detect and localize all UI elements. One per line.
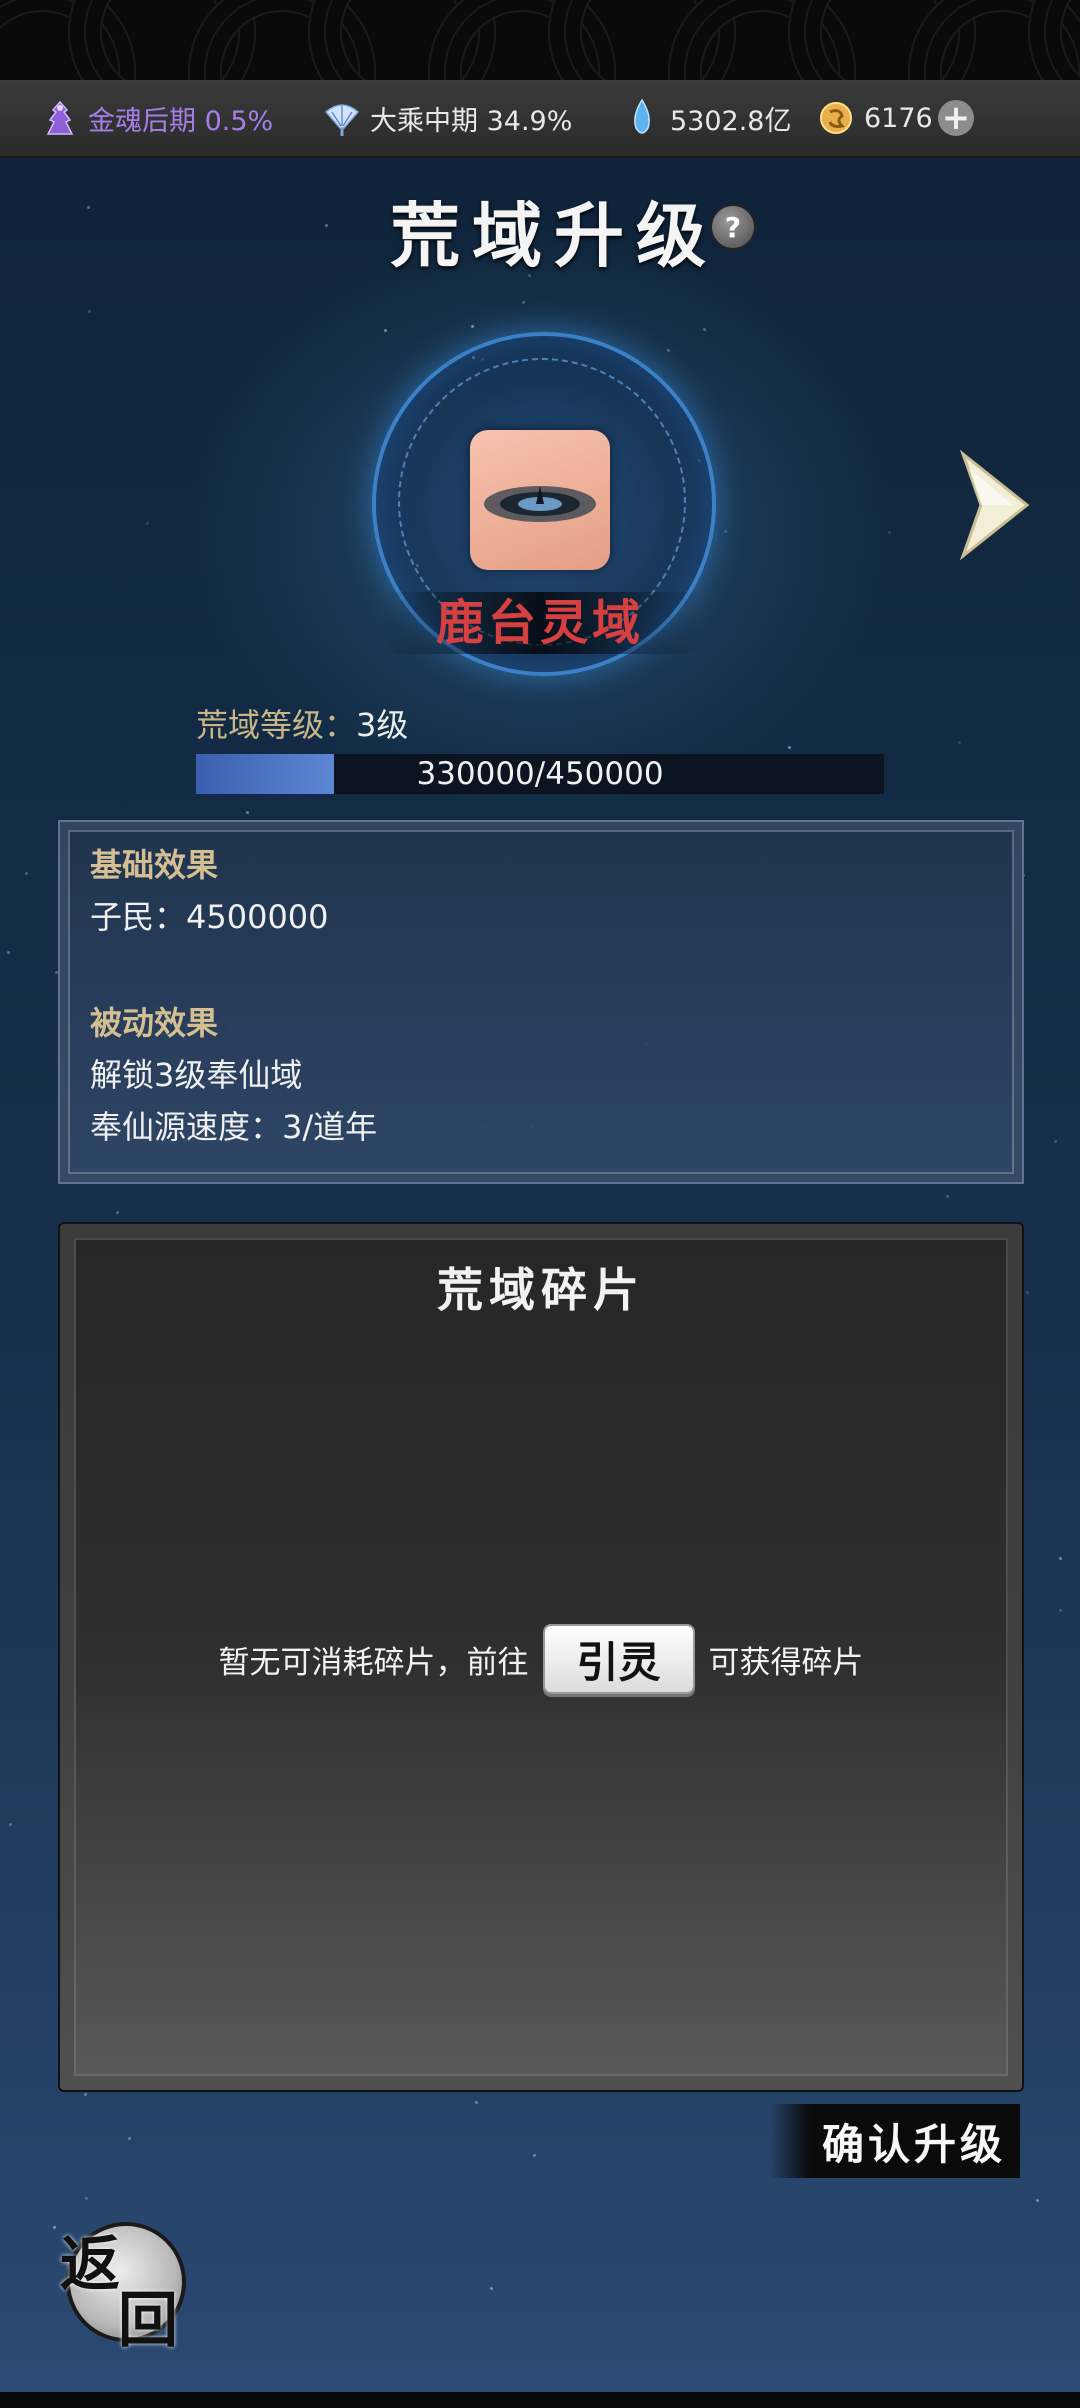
shards-message-before: 暂无可消耗碎片，前往 [218, 1644, 529, 1681]
vortex-icon [484, 486, 596, 522]
domain-level-value: 3级 [356, 706, 409, 744]
yinling-button[interactable]: 引灵 [542, 1624, 695, 1694]
top-decor-band [0, 0, 1080, 80]
star [128, 2137, 131, 2140]
fan-icon [324, 104, 360, 136]
domain-level-label: 荒域等级： [196, 706, 357, 744]
star [87, 206, 90, 209]
star [1059, 1557, 1062, 1560]
star [85, 2197, 88, 2200]
star [25, 872, 28, 875]
star [490, 2287, 493, 2290]
blue-crystal-icon [634, 98, 650, 134]
resource-text: 6176 [864, 102, 933, 134]
confirm-upgrade-button[interactable]: 确认升级 [770, 2104, 1020, 2178]
add-currency-button[interactable]: + [938, 100, 974, 136]
star [788, 746, 791, 749]
wave-pattern [220, 10, 344, 80]
star [533, 2154, 536, 2157]
gold-coin-icon [820, 102, 852, 134]
passive-effect-line: 奉仙源速度：3/道年 [90, 1108, 378, 1146]
star [471, 325, 474, 328]
resource-cultivation-realm[interactable]: 金魂后期 0.5% [40, 80, 273, 156]
star [724, 530, 727, 533]
star [88, 310, 91, 313]
level-progress-bar: 330000/450000 [196, 754, 884, 794]
next-arrow-icon[interactable] [955, 450, 1035, 560]
resource-spirit-stone[interactable]: 5302.8亿 [622, 80, 791, 156]
bottom-decor-band [0, 2392, 1080, 2408]
domain-level: 荒域等级：3级 [196, 700, 408, 746]
wave-pattern [940, 10, 1064, 80]
wave-pattern [580, 0, 704, 80]
star [246, 811, 249, 814]
star [522, 301, 525, 304]
purple-figure-icon [46, 100, 74, 135]
shards-title: 荒域碎片 [437, 1263, 645, 1317]
resource-text: 金魂后期 0.5% [88, 105, 274, 137]
resource-text: 5302.8亿 [670, 105, 792, 137]
base-effect-heading: 基础效果 [90, 846, 219, 884]
wave-pattern [700, 10, 824, 80]
wave-pattern [100, 0, 224, 80]
star [7, 951, 10, 954]
domain-emblem-image [470, 430, 610, 570]
shards-panel: 荒域碎片 暂无可消耗碎片，前往 引灵 可获得碎片 [58, 1222, 1024, 2092]
star [667, 349, 670, 352]
shards-message-after: 可获得碎片 [708, 1644, 864, 1681]
star [116, 1211, 119, 1214]
shards-empty-message: 暂无可消耗碎片，前往 引灵 可获得碎片 [60, 1624, 1022, 1694]
star [958, 741, 961, 744]
back-label-char: 返 [60, 2230, 120, 2300]
star [146, 522, 149, 525]
page-title: 荒域升级 [390, 194, 718, 277]
back-label-char: 回 [118, 2286, 178, 2356]
effects-panel: 基础效果 子民：4500000 被动效果 解锁3级奉仙域 奉仙源速度：3/道年 [58, 820, 1024, 1184]
resource-gold-coin[interactable]: 6176 [816, 80, 933, 156]
star [1026, 1291, 1029, 1294]
star [1036, 2199, 1039, 2202]
star [384, 329, 387, 332]
back-button[interactable]: 返 回 [56, 2216, 186, 2356]
star [703, 328, 706, 331]
star [1054, 1140, 1057, 1143]
base-effect-line: 子民：4500000 [90, 898, 329, 936]
help-icon[interactable]: ? [710, 204, 756, 250]
star [84, 2093, 87, 2096]
resource-text: 大乘中期 34.9% [370, 105, 573, 137]
wave-pattern [0, 10, 104, 80]
wave-pattern [820, 0, 944, 80]
star [946, 1195, 949, 1198]
star [888, 531, 891, 534]
star [475, 2101, 478, 2104]
passive-effect-heading: 被动效果 [90, 1004, 219, 1042]
passive-effect-line: 解锁3级奉仙域 [90, 1056, 303, 1094]
level-progress-text: 330000/450000 [416, 756, 664, 792]
resource-bar: 金魂后期 0.5% 大乘中期 34.9% 5302.8亿 6176 + [0, 80, 1080, 158]
star [9, 1823, 12, 1826]
star [325, 224, 328, 227]
wave-pattern [340, 0, 464, 80]
resource-realm-progress[interactable]: 大乘中期 34.9% [322, 80, 572, 156]
wave-pattern [460, 10, 584, 80]
domain-name: 鹿台灵域 [380, 592, 700, 654]
star [1059, 1609, 1062, 1612]
